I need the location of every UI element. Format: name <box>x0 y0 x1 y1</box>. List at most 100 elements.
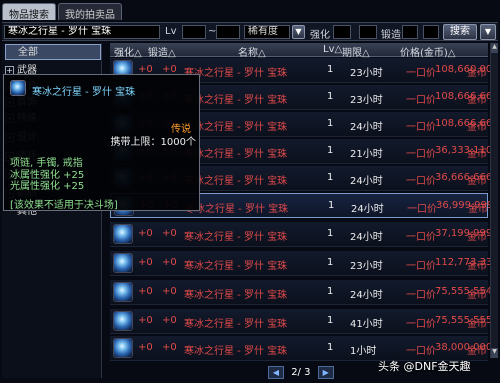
row-unit-label: 一口价 <box>406 68 436 79</box>
row-level: 1 <box>327 315 334 326</box>
row-unit-label: 一口价 <box>406 319 436 330</box>
scroll-up-icon[interactable]: ▲ <box>491 43 498 53</box>
enhance-max-input[interactable] <box>359 25 377 39</box>
table-row[interactable]: +0 +0 寒冰之行星 - 罗什 宝珠 1 24小时 一口价 75,555,554 金币 <box>110 280 492 305</box>
row-time: 41小时 <box>350 319 383 330</box>
row-level: 1 <box>327 118 334 129</box>
tooltip-stat-light: 光属性强化 +25 <box>10 181 85 192</box>
level-min-input[interactable] <box>182 25 206 39</box>
scroll-down-icon[interactable]: ▼ <box>491 348 498 358</box>
row-level: 1 <box>327 145 334 156</box>
row-time: 1小时 <box>350 346 377 357</box>
orb-icon <box>113 224 133 244</box>
tooltip-note: [该效果不适用于决斗场] <box>10 200 118 211</box>
orb-icon <box>113 311 133 331</box>
tab-my-auctions[interactable]: 我的拍卖品 <box>58 3 122 21</box>
results-scrollbar[interactable]: ▲ ▼ <box>490 43 498 358</box>
row-unit-label: 一口价 <box>406 149 436 160</box>
row-name: 寒冰之行星 - 罗什 宝珠 <box>185 204 289 215</box>
row-forge: +0 <box>162 286 177 297</box>
row-unit-label: 一口价 <box>406 176 436 187</box>
row-forge: +0 <box>162 257 177 268</box>
row-forge: +0 <box>162 342 177 353</box>
row-name: 寒冰之行星 - 罗什 宝珠 <box>184 261 288 272</box>
forge-max-input[interactable] <box>423 25 439 39</box>
row-name: 寒冰之行星 - 罗什 宝珠 <box>184 346 288 357</box>
row-enhance: +0 <box>138 286 153 297</box>
chevron-down-icon: ▼ <box>295 27 302 36</box>
orb-icon <box>113 253 133 273</box>
col-name-header[interactable]: 名称△ <box>238 44 266 59</box>
category-label: 全部 <box>18 47 38 58</box>
row-time: 23小时 <box>350 95 383 106</box>
row-level: 1 <box>327 342 334 353</box>
row-enhance: +0 <box>138 228 153 239</box>
orb-icon <box>10 80 26 96</box>
col-time-header[interactable]: 期限△ <box>342 44 370 59</box>
page-indicator: 2/ 3 <box>291 367 311 378</box>
row-currency: 金币 <box>467 319 487 330</box>
pagination: ◀ 2/ 3 ▶ <box>268 366 334 379</box>
row-unit-label: 一口价 <box>407 204 437 215</box>
row-currency: 金币 <box>467 346 487 357</box>
row-forge: +0 <box>162 315 177 326</box>
col-price-header[interactable]: 价格(金币)△ <box>400 44 456 59</box>
row-time: 23小时 <box>350 68 383 79</box>
col-enhance-header[interactable]: 强化△ <box>114 44 142 59</box>
watermark: 头条 @DNF金天趣 <box>378 360 471 373</box>
row-time: 24小时 <box>351 204 384 215</box>
level-max-input[interactable] <box>216 25 240 39</box>
item-name-input[interactable]: 寒冰之行星 - 罗什 宝珠 <box>4 25 160 39</box>
orb-icon <box>113 282 133 302</box>
prev-page-button[interactable]: ◀ <box>268 366 284 379</box>
row-unit-label: 一口价 <box>406 346 436 357</box>
table-row[interactable]: +0 +0 寒冰之行星 - 罗什 宝珠 1 23小时 一口价 112,773,333 金币 <box>110 251 499 276</box>
col-level-header[interactable]: Lv△ <box>323 44 342 55</box>
tab-item-search[interactable]: 物品搜索 <box>2 3 56 21</box>
row-level: 1 <box>327 91 334 102</box>
category-all[interactable]: 全部 <box>5 44 101 60</box>
row-time: 21小时 <box>350 149 383 160</box>
table-row[interactable]: +0 +0 寒冰之行星 - 罗什 宝珠 1 41小时 一口价 75,555,555 金币 <box>110 309 492 334</box>
forge-min-input[interactable] <box>402 25 418 39</box>
forge-label: 锻造 <box>381 30 401 41</box>
row-unit-label: 一口价 <box>406 232 436 243</box>
row-name: 寒冰之行星 - 罗什 宝珠 <box>184 232 288 243</box>
row-currency: 金币 <box>467 232 487 243</box>
row-level: 1 <box>327 286 334 297</box>
row-name: 寒冰之行星 - 罗什 宝珠 <box>184 290 288 301</box>
row-time: 24小时 <box>350 290 383 301</box>
row-time: 23小时 <box>350 261 383 272</box>
rarity-select[interactable]: 稀有度 <box>244 25 290 39</box>
row-level: 1 <box>327 172 334 183</box>
row-forge: +0 <box>162 228 177 239</box>
row-currency: 金币 <box>468 204 488 215</box>
row-time: 24小时 <box>350 122 383 133</box>
enhance-min-input[interactable] <box>333 25 351 39</box>
row-currency: 金币 <box>467 176 487 187</box>
row-enhance: +0 <box>138 257 153 268</box>
table-row[interactable]: +0 +0 寒冰之行星 - 罗什 宝珠 1 24小时 一口价 37,199,999 金币 <box>110 222 492 247</box>
row-currency: 金币 <box>467 68 487 79</box>
row-currency: 金币 <box>467 290 487 301</box>
row-level: 1 <box>327 257 334 268</box>
row-time: 24小时 <box>350 176 383 187</box>
results-header: 强化△ 锻造△ 名称△ Lv△ 期限△ 价格(金币)△ <box>110 43 488 59</box>
search-button[interactable]: 搜索 <box>443 24 477 40</box>
row-enhance: +0 <box>138 315 153 326</box>
row-time: 24小时 <box>350 232 383 243</box>
filter-button[interactable]: ▼ <box>480 24 496 40</box>
next-page-button[interactable]: ▶ <box>317 366 334 379</box>
search-bar: 寒冰之行星 - 罗什 宝珠 Lv ~ 稀有度 ▼ 强化 锻造 搜索 ▼ <box>2 22 498 41</box>
row-level: 1 <box>327 64 334 75</box>
row-unit-label: 一口价 <box>406 122 436 133</box>
row-currency: 金币 <box>467 122 487 133</box>
row-unit-label: 一口价 <box>406 261 436 272</box>
row-currency: 金币 <box>467 149 487 160</box>
rarity-dropdown-button[interactable]: ▼ <box>292 25 305 39</box>
col-forge-header[interactable]: 锻造△ <box>148 44 176 59</box>
row-name: 寒冰之行星 - 罗什 宝珠 <box>184 319 288 330</box>
level-label: Lv <box>165 26 177 37</box>
row-level: 1 <box>327 228 334 239</box>
row-unit-label: 一口价 <box>406 290 436 301</box>
